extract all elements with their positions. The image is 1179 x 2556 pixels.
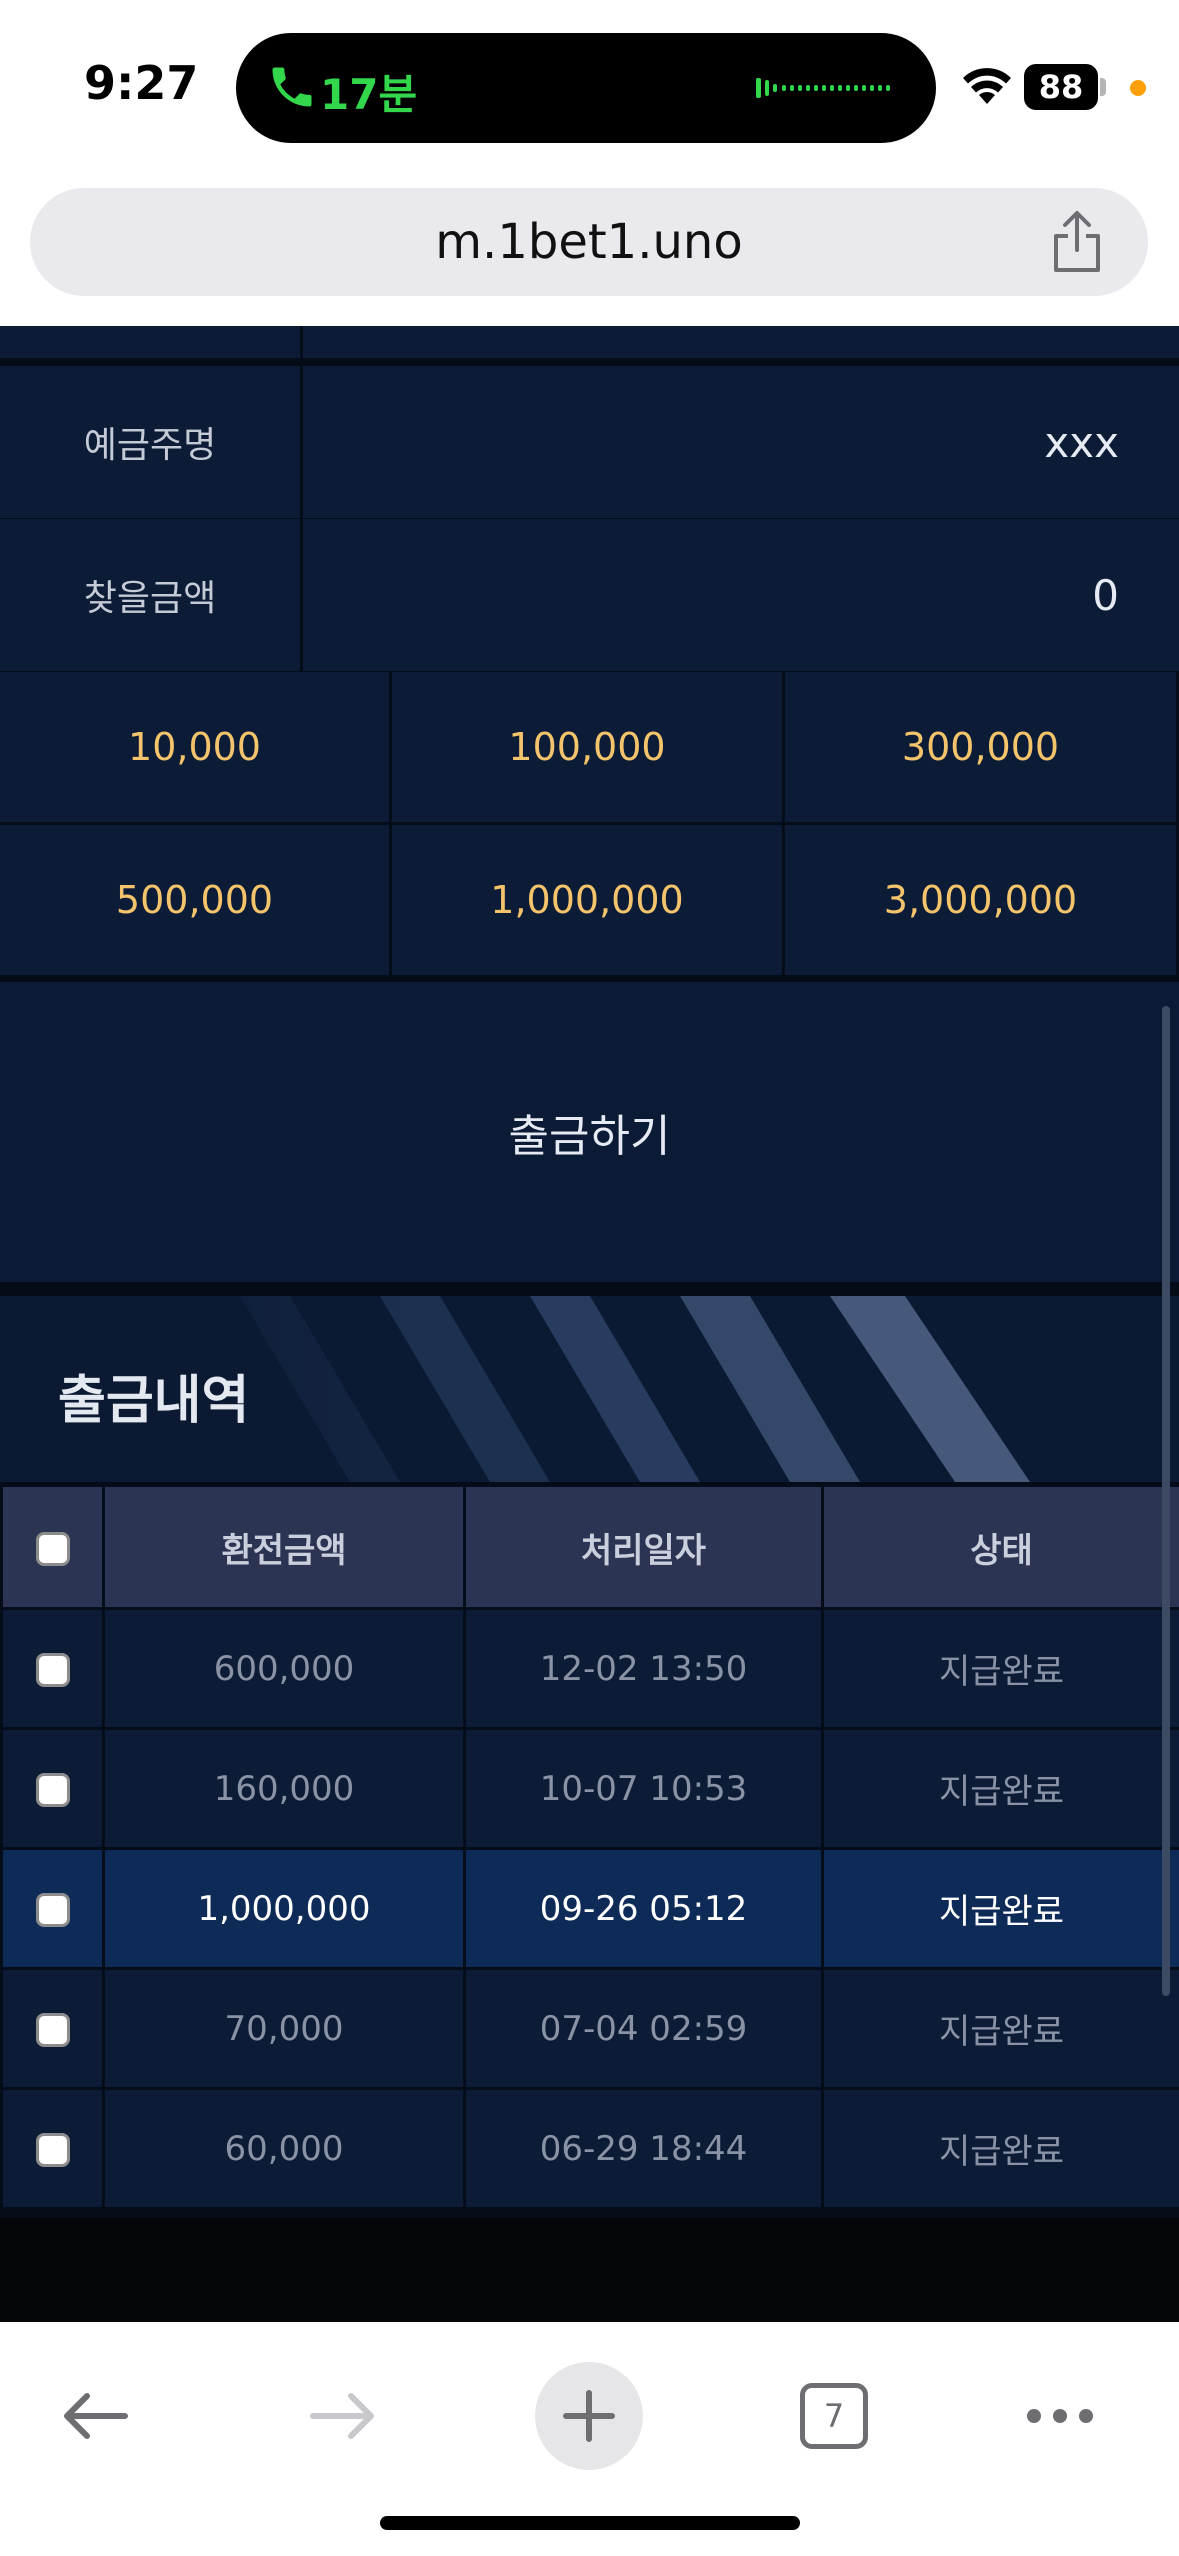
cell-date: 06-29 18:44 — [463, 2087, 824, 2210]
url-text[interactable]: m.1bet1.uno — [30, 214, 1148, 270]
cell-amount: 60,000 — [102, 2087, 466, 2210]
table-row-highlighted[interactable]: 1,000,000 09-26 05:12 지급완료 — [0, 1847, 1179, 1970]
waveform-icon — [756, 78, 890, 98]
amount-button-100000[interactable]: 100,000 — [392, 672, 785, 825]
cell-status: 지급완료 — [821, 1607, 1179, 1730]
cell-date: 12-02 13:50 — [463, 1607, 824, 1730]
row-checkbox[interactable] — [35, 1893, 70, 1927]
cell-date: 10-07 10:53 — [463, 1727, 824, 1850]
withdraw-amount-field[interactable]: 0 — [1092, 519, 1119, 671]
withdraw-amount-row: 찾을금액 0 — [0, 519, 1179, 674]
table-row[interactable]: 600,000 12-02 13:50 지급완료 — [0, 1607, 1179, 1730]
phone-icon — [272, 67, 312, 107]
account-holder-row: 예금주명 xxx — [0, 366, 1179, 521]
more-button[interactable] — [1020, 2392, 1100, 2440]
cell-status: 지급완료 — [821, 2087, 1179, 2210]
status-bar: 9:27 17분 88 — [0, 0, 1179, 180]
column-header-amount: 환전금액 — [102, 1484, 466, 1610]
cell-amount: 70,000 — [102, 1967, 466, 2090]
more-icon — [1027, 2409, 1093, 2423]
page-content: 예금주명 xxx 찾을금액 0 10,000 100,000 300,000 5… — [0, 326, 1179, 2322]
cell-status: 지급완료 — [821, 1967, 1179, 2090]
table-row[interactable]: 70,000 07-04 02:59 지급완료 — [0, 1967, 1179, 2090]
withdraw-amount-label: 찾을금액 — [0, 519, 303, 671]
back-button[interactable] — [50, 2378, 140, 2454]
form-label-empty — [0, 326, 303, 358]
row-checkbox[interactable] — [35, 2013, 70, 2047]
page-footer-area — [0, 2218, 1179, 2322]
account-holder-label: 예금주명 — [0, 366, 303, 518]
row-checkbox[interactable] — [35, 1773, 70, 1807]
row-checkbox-cell — [0, 1727, 105, 1850]
page-scrollbar[interactable] — [1162, 1006, 1170, 1996]
back-arrow-icon — [64, 2393, 128, 2439]
history-title: 출금내역 — [58, 1371, 250, 1431]
cell-status: 지급완료 — [821, 1847, 1179, 1970]
wifi-icon — [963, 68, 1011, 104]
new-tab-button[interactable] — [535, 2362, 643, 2470]
cell-amount: 160,000 — [102, 1727, 466, 1850]
cell-amount: 1,000,000 — [102, 1847, 466, 1970]
withdraw-history-table: 환전금액 처리일자 상태 600,000 12-02 13:50 지급완료 16… — [0, 1484, 1179, 2210]
row-checkbox[interactable] — [35, 1653, 70, 1687]
history-header: 출금내역 — [0, 1296, 1179, 1482]
form-row-partial — [0, 326, 1179, 361]
share-icon[interactable] — [1048, 210, 1106, 274]
amount-button-300000[interactable]: 300,000 — [785, 672, 1179, 825]
row-checkbox-cell — [0, 1967, 105, 2090]
forward-arrow-icon — [310, 2393, 374, 2439]
row-checkbox-cell — [0, 1607, 105, 1730]
amount-button-3000000[interactable]: 3,000,000 — [785, 825, 1179, 978]
row-checkbox-cell — [0, 1847, 105, 1970]
cell-date: 09-26 05:12 — [463, 1847, 824, 1970]
row-checkbox[interactable] — [35, 2133, 70, 2167]
select-all-cell — [0, 1484, 105, 1610]
account-holder-field[interactable]: xxx — [1044, 366, 1119, 518]
call-duration: 17분 — [320, 70, 418, 119]
column-header-date: 처리일자 — [463, 1484, 824, 1610]
amount-button-500000[interactable]: 500,000 — [0, 825, 392, 978]
amount-button-1000000[interactable]: 1,000,000 — [392, 825, 785, 978]
table-header-row: 환전금액 처리일자 상태 — [0, 1484, 1179, 1610]
microphone-indicator-dot — [1130, 80, 1146, 96]
tabs-icon: 7 — [800, 2383, 868, 2449]
select-all-checkbox[interactable] — [35, 1531, 70, 1566]
new-tab-circle — [535, 2362, 643, 2470]
battery-icon: 88 — [1024, 64, 1098, 110]
cell-status: 지급완료 — [821, 1727, 1179, 1850]
forward-button[interactable] — [298, 2378, 388, 2454]
column-header-status: 상태 — [821, 1484, 1179, 1610]
cell-amount: 600,000 — [102, 1607, 466, 1730]
tabs-button[interactable]: 7 — [798, 2383, 870, 2449]
cell-date: 07-04 02:59 — [463, 1967, 824, 2090]
table-row[interactable]: 60,000 06-29 18:44 지급완료 — [0, 2087, 1179, 2210]
withdraw-button[interactable]: 출금하기 — [0, 982, 1179, 1282]
address-bar[interactable]: m.1bet1.uno — [30, 188, 1148, 296]
status-time: 9:27 — [84, 56, 199, 110]
table-row[interactable]: 160,000 10-07 10:53 지급완료 — [0, 1727, 1179, 1850]
amount-button-10000[interactable]: 10,000 — [0, 672, 392, 825]
dynamic-island[interactable]: 17분 — [236, 33, 936, 143]
home-indicator[interactable] — [380, 2516, 800, 2530]
row-checkbox-cell — [0, 2087, 105, 2210]
battery-cap — [1100, 78, 1106, 96]
plus-icon — [563, 2390, 615, 2442]
quick-amount-grid: 10,000 100,000 300,000 500,000 1,000,000… — [0, 672, 1179, 978]
